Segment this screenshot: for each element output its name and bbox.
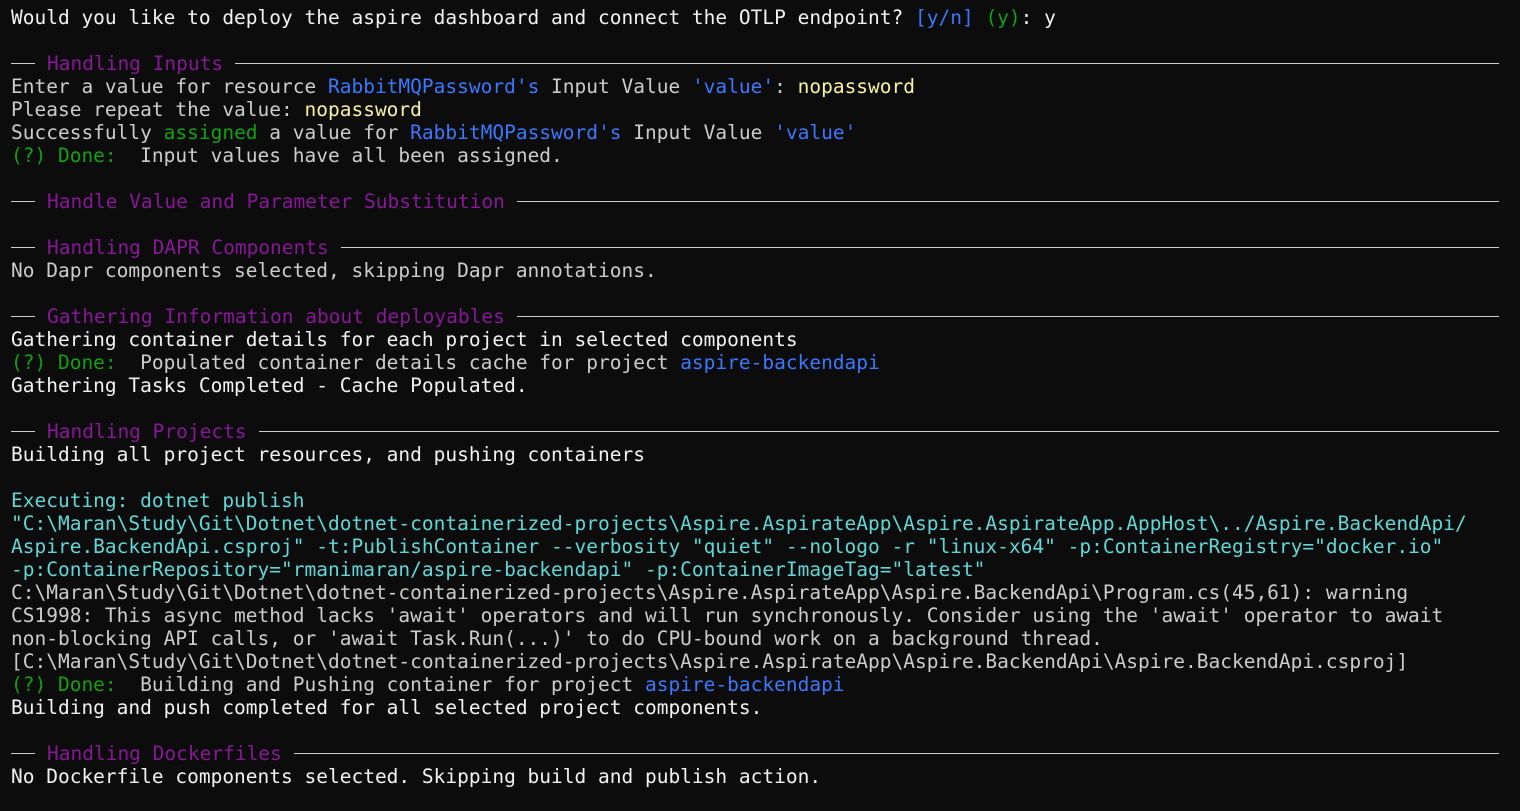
success-value-key: 'value' bbox=[774, 121, 857, 144]
rule-line bbox=[258, 431, 1499, 432]
done-text: Populated container details cache for pr… bbox=[128, 351, 681, 374]
projects-done-line: (?) Done: Building and Pushing container… bbox=[11, 673, 1509, 696]
warning-line: non-blocking API calls, or 'await Task.R… bbox=[11, 627, 1103, 650]
section-title: Gathering Information about deployables bbox=[47, 305, 505, 328]
gathering-complete-line: Gathering Tasks Completed - Cache Popula… bbox=[11, 374, 528, 397]
done-label: (?) Done: bbox=[11, 144, 129, 167]
project-name: aspire-backendapi bbox=[644, 673, 845, 696]
resource-name: RabbitMQPassword's bbox=[327, 75, 540, 98]
section-title: Handling Inputs bbox=[47, 52, 224, 75]
dapr-message: No Dapr components selected, skipping Da… bbox=[11, 259, 657, 282]
gathering-done-line: (?) Done: Populated container details ca… bbox=[11, 351, 1509, 374]
repeat-value-line: Please repeat the value: nopassword bbox=[11, 98, 1509, 121]
value-key: 'value' bbox=[691, 75, 775, 98]
warning-line: CS1998: This async method lacks 'await' … bbox=[11, 604, 1444, 627]
exec-command-line: "C:\Maran\Study\Git\Dotnet\dotnet-contai… bbox=[11, 512, 1467, 535]
entered-value: nopassword bbox=[797, 75, 916, 98]
exec-command-line: -p:ContainerRepository="rmanimaran/aspir… bbox=[11, 558, 986, 581]
section-header-dapr: Handling DAPR Components bbox=[11, 236, 1509, 259]
inputs-done-line: (?) Done: Input values have all been ass… bbox=[11, 144, 1509, 167]
building-line: Building all project resources, and push… bbox=[11, 443, 645, 466]
enter-prefix: Enter a value for resource bbox=[11, 75, 328, 98]
done-label: (?) Done: bbox=[11, 351, 129, 374]
done-label: (?) Done: bbox=[11, 673, 129, 696]
enter-value-line: Enter a value for resource RabbitMQPassw… bbox=[11, 75, 1509, 98]
dockerfiles-message: No Dockerfile components selected. Skipp… bbox=[11, 765, 822, 788]
build-complete-line: Building and push completed for all sele… bbox=[11, 696, 763, 719]
prompt-answer: y bbox=[1044, 6, 1056, 29]
repeat-value: nopassword bbox=[304, 98, 422, 121]
section-title: Handling Dockerfiles bbox=[47, 742, 282, 765]
prompt-colon: : bbox=[1020, 6, 1045, 29]
project-name: aspire-backendapi bbox=[680, 351, 880, 374]
section-header-dockerfiles: Handling Dockerfiles bbox=[11, 742, 1509, 765]
section-header-inputs: Handling Inputs bbox=[11, 52, 1509, 75]
rule-line bbox=[11, 63, 35, 64]
rule-line bbox=[11, 316, 35, 317]
section-title: Handling DAPR Components bbox=[47, 236, 329, 259]
rule-line bbox=[516, 201, 1499, 202]
success-input-value: Input Value bbox=[621, 121, 775, 144]
rule-line bbox=[235, 63, 1499, 64]
rule-line bbox=[11, 431, 35, 432]
exec-command-line: Executing: dotnet publish bbox=[11, 489, 305, 512]
colon: : bbox=[774, 75, 798, 98]
section-title: Handle Value and Parameter Substitution bbox=[47, 190, 505, 213]
section-header-gathering: Gathering Information about deployables bbox=[11, 305, 1509, 328]
done-text: Building and Pushing container for proje… bbox=[128, 673, 645, 696]
success-line: Successfully assigned a value for Rabbit… bbox=[11, 121, 1509, 144]
input-value-text: Input Value bbox=[539, 75, 692, 98]
assigned-word: assigned bbox=[163, 121, 258, 144]
rule-line bbox=[11, 753, 35, 754]
terminal-window[interactable]: Would you like to deploy the aspire dash… bbox=[0, 0, 1520, 811]
rule-line bbox=[516, 316, 1499, 317]
prompt-choices: [y/n] bbox=[914, 6, 974, 29]
prompt-default: (y) bbox=[985, 6, 1021, 29]
success-resource: RabbitMQPassword's bbox=[410, 121, 622, 144]
rule-line bbox=[11, 201, 35, 202]
warning-line: [C:\Maran\Study\Git\Dotnet\dotnet-contai… bbox=[11, 650, 1409, 673]
exec-command-line: Aspire.BackendApi.csproj" -t:PublishCont… bbox=[11, 535, 1444, 558]
repeat-prompt: Please repeat the value: bbox=[11, 98, 305, 121]
section-header-substitution: Handle Value and Parameter Substitution bbox=[11, 190, 1509, 213]
success-mid: a value for bbox=[257, 121, 411, 144]
section-header-projects: Handling Projects bbox=[11, 420, 1509, 443]
section-title: Handling Projects bbox=[47, 420, 247, 443]
deploy-question: Would you like to deploy the aspire dash… bbox=[11, 6, 915, 29]
rule-line bbox=[340, 247, 1499, 248]
rule-line bbox=[293, 753, 1499, 754]
deploy-prompt-line: Would you like to deploy the aspire dash… bbox=[11, 6, 1509, 29]
rule-line bbox=[11, 247, 35, 248]
done-text: Input values have all been assigned. bbox=[128, 144, 563, 167]
gathering-line: Gathering container details for each pro… bbox=[11, 328, 798, 351]
warning-line: C:\Maran\Study\Git\Dotnet\dotnet-contain… bbox=[11, 581, 1409, 604]
success-prefix: Successfully bbox=[11, 121, 164, 144]
